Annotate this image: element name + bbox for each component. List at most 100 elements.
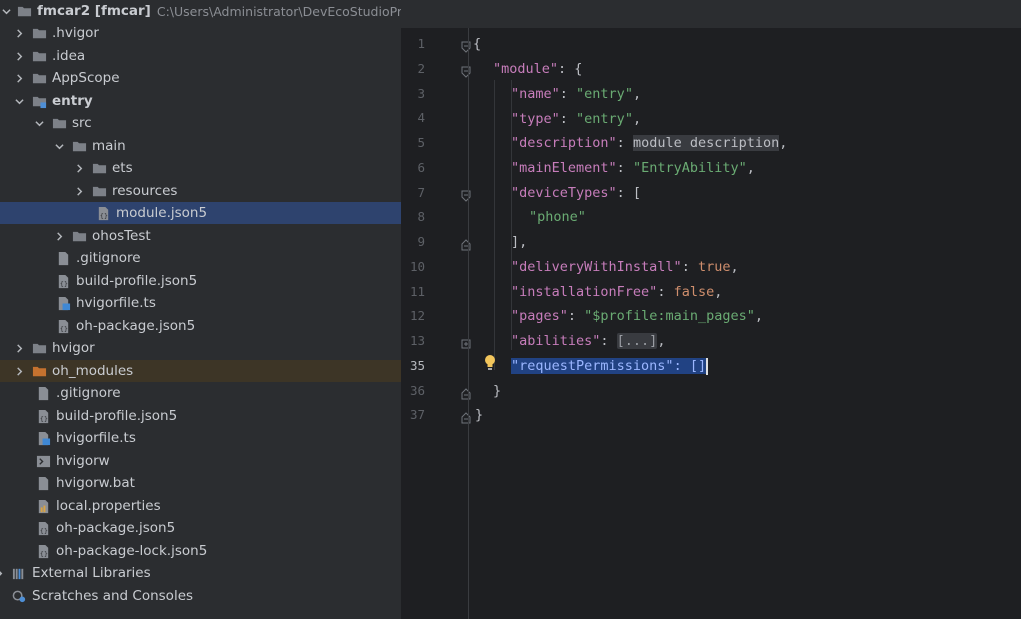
tree-label: src [72,115,92,131]
code-token: : [567,308,585,324]
fold-close-icon[interactable] [461,236,471,251]
code-line-7: "deviceTypes": [ [511,181,641,205]
code-boolean: true [697,259,731,275]
line-number: 4 [417,110,425,125]
code-token: , [746,160,755,176]
fold-close-icon[interactable] [461,385,471,400]
tree-item-scratches[interactable]: Scratches and Consoles [0,585,401,607]
tree-item-resources[interactable]: resources [0,180,401,202]
code-key: "module" [493,61,559,77]
tree-label: Scratches and Consoles [32,588,194,604]
json-file-icon: {} [36,521,51,536]
folder-icon [17,4,32,19]
tree-item-entry[interactable]: entry [0,90,401,112]
folded-region[interactable]: [...] [616,333,658,349]
tree-label: resources [112,183,178,199]
fold-open-icon[interactable] [461,187,471,202]
properties-file-icon [36,499,51,514]
tree-item-src[interactable]: src [0,112,401,134]
code-token: : [681,259,698,275]
code-editor[interactable]: 1 2 3 4 5 6 7 8 9 10 11 12 13 35 36 37 {… [401,0,1021,619]
chevron-down-icon[interactable] [32,112,46,134]
file-icon [36,386,51,401]
code-token: , [779,135,788,151]
tree-item-entry-oh-package[interactable]: {} oh-package.json5 [0,315,401,337]
tree-item-entry-hvigorfile[interactable]: hvigorfile.ts [0,292,401,314]
chevron-right-icon[interactable] [52,225,66,247]
folder-icon [32,71,47,86]
tree-label: build-profile.json5 [76,273,198,289]
chevron-right-icon[interactable] [12,22,26,44]
chevron-down-icon[interactable] [2,0,11,22]
line-number: 11 [409,284,425,299]
line-number: 13 [409,333,425,348]
fold-close-icon[interactable] [461,409,471,424]
chevron-down-icon[interactable] [52,135,66,157]
tree-item-build-profile[interactable]: {} build-profile.json5 [0,405,401,427]
tree-item-entry-build-profile[interactable]: {} build-profile.json5 [0,270,401,292]
json-file-icon: {} [36,544,51,559]
tree-item-hvigorw-bat[interactable]: hvigorw.bat [0,472,401,494]
tree-item-hvigor-dir[interactable]: .hvigor [0,22,401,44]
code-line-6: "mainElement": "EntryAbility", [511,156,755,180]
ts-file-icon [56,296,71,311]
file-icon [36,476,51,491]
tree-item-oh-modules[interactable]: oh_modules [0,360,401,382]
code-string: "entry" [576,111,633,127]
code-key: "installationFree" [511,284,658,300]
tree-root[interactable]: fmcar2 [fmcar] C:\Users\Administrator\De… [0,0,401,22]
tree-item-hvigorw[interactable]: hvigorw [0,450,401,472]
fold-collapsed-icon[interactable] [461,335,471,349]
tree-item-ohostest[interactable]: ohosTest [0,225,401,247]
tree-item-appscope[interactable]: AppScope [0,67,401,89]
fold-open-icon[interactable] [461,63,471,78]
tree-item-idea[interactable]: .idea [0,45,401,67]
fold-open-icon[interactable] [461,38,471,53]
code-token: , [657,333,666,349]
lightbulb-icon[interactable] [483,354,497,372]
line-number: 7 [417,185,425,200]
chevron-right-icon[interactable] [12,45,26,67]
chevron-right-icon[interactable] [72,157,86,179]
svg-text:{}: {} [60,280,68,288]
tree-label: oh_modules [52,363,134,379]
chevron-right-icon[interactable] [12,67,26,89]
code-key: "type" [511,111,560,127]
tree-item-module-json5[interactable]: {} module.json5 [0,202,401,224]
tree-item-hvigor[interactable]: hvigor [0,337,401,359]
tree-item-oh-package[interactable]: {} oh-package.json5 [0,517,401,539]
chevron-right-icon[interactable] [0,562,6,584]
tree-item-main[interactable]: main [0,135,401,157]
chevron-right-icon[interactable] [12,337,26,359]
code-token: : [600,333,617,349]
chevron-right-icon[interactable] [72,180,86,202]
code-token: : [ [616,185,642,201]
folder-icon [72,229,87,244]
code-token: ], [511,234,528,250]
tree-label: hvigorfile.ts [76,295,156,311]
code-line-3: "name": "entry", [511,82,641,106]
folder-icon [52,116,67,131]
tree-item-oh-package-lock[interactable]: {} oh-package-lock.json5 [0,540,401,562]
chevron-right-icon[interactable] [12,360,26,382]
code-line-8: "phone" [529,205,586,229]
code-token: : [616,135,633,151]
tree-item-gitignore[interactable]: .gitignore [0,382,401,404]
line-number: 10 [409,259,425,274]
svg-text:{}: {} [100,212,108,220]
project-panel: fmcar2 [fmcar] C:\Users\Administrator\De… [0,0,401,619]
code-token: : [616,160,633,176]
tree-label: hvigorw [56,453,110,469]
chevron-down-icon[interactable] [12,90,26,112]
tree-label: External Libraries [32,565,151,581]
tree-item-external-libraries[interactable]: External Libraries [0,562,401,584]
tree-item-hvigorfile[interactable]: hvigorfile.ts [0,427,401,449]
line-number: 12 [409,308,425,323]
json-file-icon: {} [96,206,111,221]
tree-item-local-properties[interactable]: local.properties [0,495,401,517]
line-number: 36 [409,383,425,398]
tree-item-ets[interactable]: ets [0,157,401,179]
code-key: "mainElement" [511,160,617,176]
tree-item-entry-gitignore[interactable]: .gitignore [0,247,401,269]
code-line-35[interactable]: "requestPermissions": [] [511,354,709,378]
